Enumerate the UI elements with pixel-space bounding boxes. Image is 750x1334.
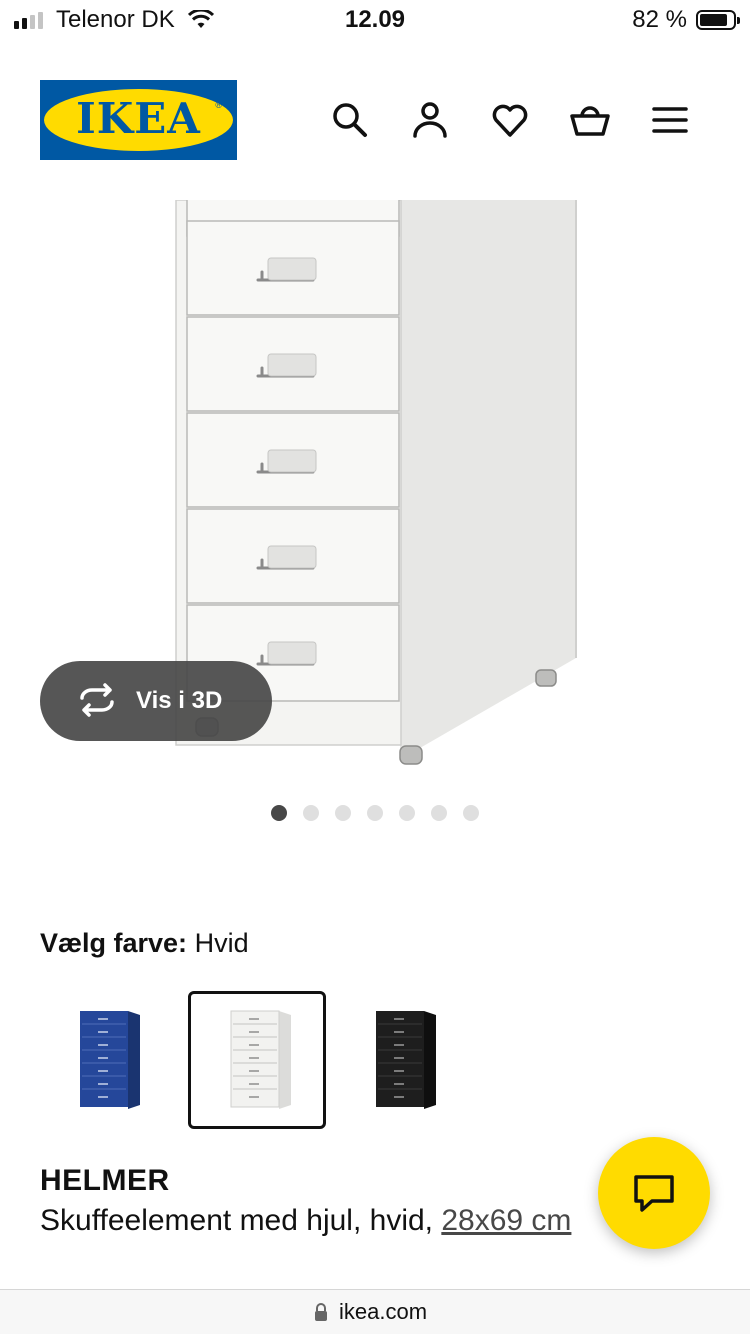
chat-bubble-icon — [634, 1175, 674, 1212]
carousel-dot[interactable] — [271, 805, 287, 821]
ikea-logo[interactable]: IKEA ® — [40, 80, 237, 160]
lock-icon — [314, 1302, 328, 1327]
selected-color-name: Hvid — [194, 928, 249, 958]
carousel-dot[interactable] — [431, 805, 447, 821]
logo-text: IKEA — [76, 94, 201, 143]
browser-url-bar[interactable]: ikea.com — [0, 1289, 750, 1334]
search-icon[interactable] — [330, 100, 370, 140]
menu-icon[interactable] — [650, 100, 690, 140]
rotate-3d-icon — [76, 683, 118, 722]
view-in-3d-label: Vis i 3D — [136, 687, 223, 714]
size-link[interactable]: 28x69 cm — [441, 1204, 571, 1237]
color-choice-label: Vælg farve: Hvid — [40, 928, 249, 959]
status-bar: Telenor DK 12.09 82 % — [0, 0, 750, 44]
product-description: Skuffeelement med hjul, hvid, 28x69 cm — [40, 1204, 571, 1238]
color-swatch-blue[interactable] — [40, 991, 178, 1129]
battery-percent: 82 % — [632, 6, 687, 33]
url-text: ikea.com — [339, 1299, 428, 1324]
color-swatch-black[interactable] — [336, 991, 474, 1129]
heart-icon[interactable] — [490, 100, 530, 140]
carousel-dot[interactable] — [367, 805, 383, 821]
carousel-dot[interactable] — [463, 805, 479, 821]
carousel-dots — [271, 805, 479, 821]
carousel-dot[interactable] — [303, 805, 319, 821]
chat-button[interactable] — [598, 1137, 710, 1249]
basket-icon[interactable] — [570, 100, 610, 140]
battery-icon — [696, 10, 740, 30]
view-in-3d-button[interactable]: Vis i 3D — [40, 661, 272, 741]
carousel-dot[interactable] — [335, 805, 351, 821]
color-choice-heading: Vælg farve: — [40, 928, 188, 958]
color-swatch-white[interactable] — [188, 991, 326, 1129]
registered-mark: ® — [215, 100, 222, 110]
product-name: HELMER — [40, 1164, 170, 1197]
profile-icon[interactable] — [410, 100, 450, 140]
product-description-text: Skuffeelement med hjul, hvid, — [40, 1204, 442, 1237]
carousel-dot[interactable] — [399, 805, 415, 821]
